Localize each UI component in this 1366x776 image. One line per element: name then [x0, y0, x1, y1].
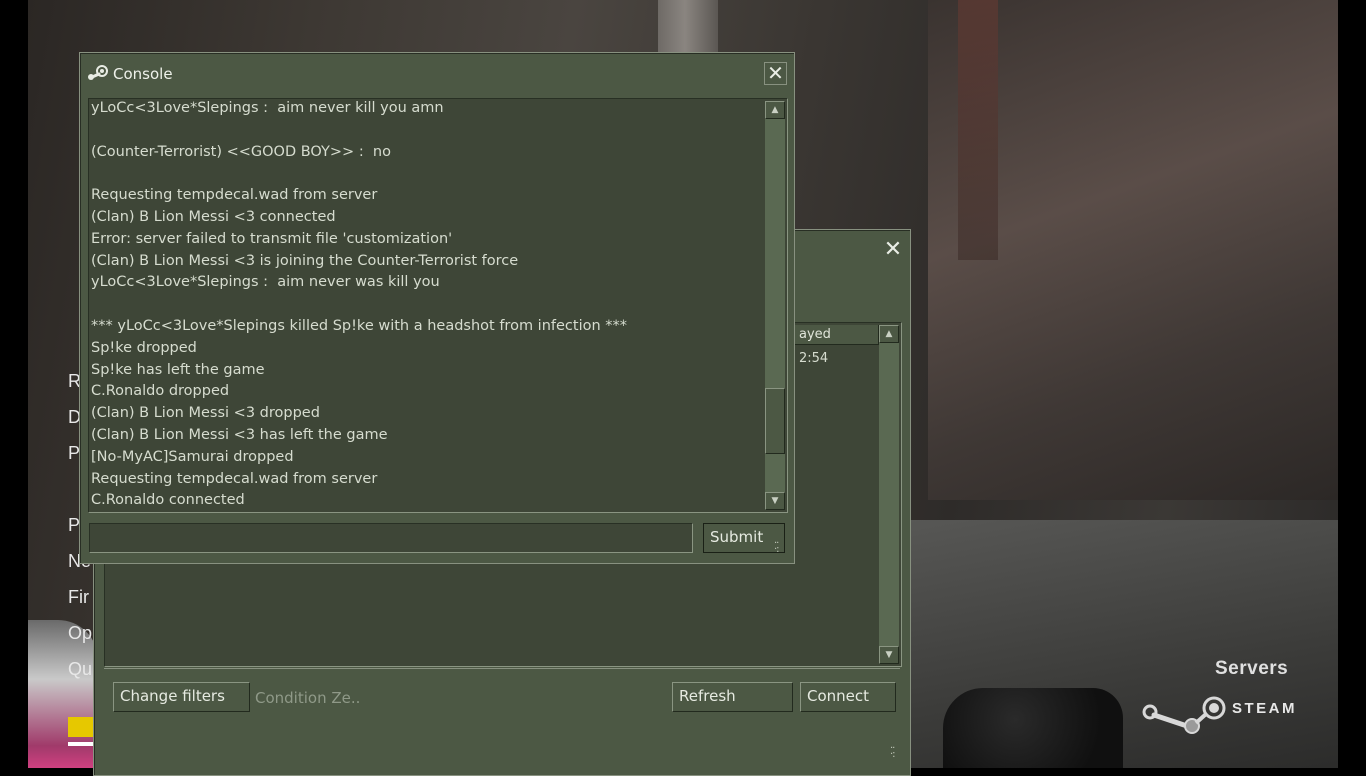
steam-brand-label: STEAM	[1232, 700, 1297, 717]
console-line: yLoCc<3Love*Slepings : aim never kill yo…	[91, 100, 444, 116]
console-log: yLoCc<3Love*Slepings : aim never kill yo…	[91, 98, 751, 512]
scroll-up-icon[interactable]: ▲	[879, 325, 899, 343]
connect-button[interactable]: Connect	[800, 682, 896, 712]
refresh-button[interactable]: Refresh	[672, 682, 793, 712]
console-line: Sp!ke dropped	[91, 339, 197, 356]
console-line: (Clan) B Lion Messi <3 is joining the Co…	[91, 252, 519, 269]
game-logo	[68, 717, 94, 737]
console-line: *** yLoCc<3Love*Slepings killed Sp!ke wi…	[91, 317, 628, 334]
console-line: Sp!ke has left the game	[91, 361, 265, 378]
background-weapon	[943, 688, 1123, 768]
scroll-down-icon[interactable]: ▼	[879, 646, 899, 664]
console-scroll-down-icon[interactable]: ▼	[765, 492, 785, 510]
console-line: C.Ronaldo dropped	[91, 383, 230, 400]
server-list-scrollbar[interactable]: ▲ ▼	[879, 325, 899, 664]
divider	[104, 668, 900, 669]
change-filters-button[interactable]: Change filters	[113, 682, 250, 712]
console-line: Requesting tempdecal.wad from server	[91, 470, 378, 487]
console-line: (Clan) B Lion Messi <3 has left the game	[91, 426, 388, 443]
console-command-input[interactable]	[89, 523, 693, 553]
console-line: Error: server failed to transmit file 'c…	[91, 230, 453, 247]
console-line: (Clan) B Lion Messi <3 dropped	[91, 405, 320, 422]
console-line: [No-MyAC]Samurai dropped	[91, 448, 294, 465]
console-scrollbar[interactable]: ▲ ▼	[765, 101, 785, 510]
console-title: Console	[113, 65, 173, 83]
console-line: (Clan) B Lion Messi <3 connected	[91, 208, 336, 225]
background-wall-stain	[958, 0, 998, 260]
console-close-icon[interactable]: ✕	[764, 62, 787, 85]
server-browser-close-icon[interactable]: ✕	[882, 239, 904, 261]
console-line: yLoCc<3Love*Slepings : aim never was kil…	[91, 274, 440, 291]
steam-icon	[88, 65, 108, 80]
game-logo-underline	[68, 742, 94, 746]
console-scroll-thumb[interactable]	[765, 388, 785, 454]
submit-button[interactable]: Submit	[703, 523, 785, 553]
console-line: Requesting tempdecal.wad from server	[91, 187, 378, 204]
console-line: C.Ronaldo connected	[91, 492, 245, 509]
resize-grip-icon[interactable]: ·· ·:	[890, 744, 902, 760]
console-scroll-up-icon[interactable]: ▲	[765, 101, 785, 119]
console-line: (Counter-Terrorist) <<GOOD BOY>> : no	[91, 143, 391, 160]
filter-summary: Condition Ze..	[255, 689, 361, 707]
column-header-last-played[interactable]: ayed	[795, 325, 879, 345]
servers-brand-label: Servers	[1215, 658, 1289, 679]
last-played-cell: 2:54	[799, 351, 829, 366]
console-resize-grip-icon[interactable]: ·· ·:	[774, 539, 786, 555]
